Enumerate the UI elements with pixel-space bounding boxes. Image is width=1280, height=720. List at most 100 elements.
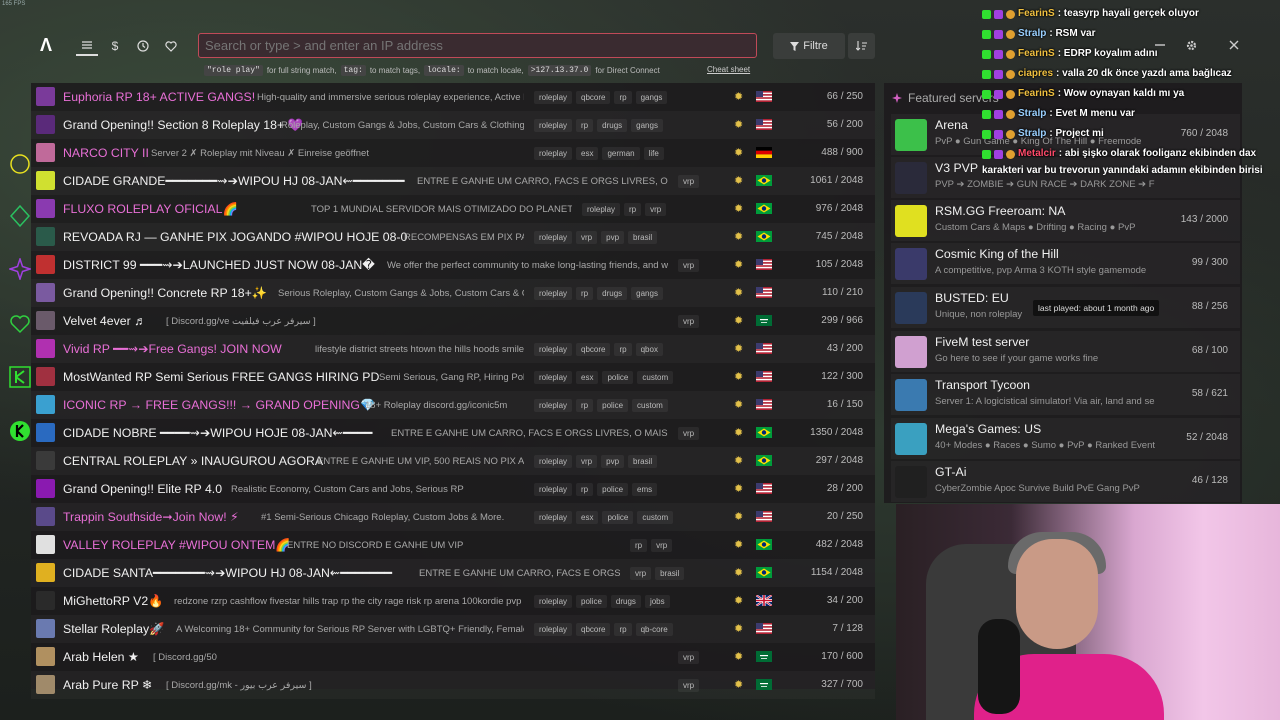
server-tag[interactable]: pvp [601,455,625,468]
server-tag[interactable]: vrp [576,231,598,244]
server-tag[interactable]: ems [632,483,658,496]
server-tag[interactable]: rp [614,623,632,636]
server-tag[interactable]: roleplay [534,455,573,468]
server-tag[interactable]: vrp [678,259,700,272]
server-tag[interactable]: german [602,147,640,160]
search-input[interactable] [198,33,757,58]
server-row[interactable]: Arab Helen ★ [ Discord.gg/50 vrp ✹ 170 / 600 [31,643,875,671]
server-tag[interactable]: life [643,147,664,160]
server-tag[interactable]: vrp [651,539,673,552]
server-tag[interactable]: gangs [635,91,668,104]
server-tag[interactable]: rp [576,119,594,132]
server-row[interactable]: Trappin Southside➞Join Now! ⚡ #1 Semi-Ser… [31,503,875,531]
sort-button[interactable] [848,33,875,59]
server-tag[interactable]: rp [624,203,642,216]
server-tag[interactable]: roleplay [534,371,573,384]
server-tag[interactable]: custom [637,511,674,524]
server-tag[interactable]: roleplay [534,343,573,356]
server-tag[interactable]: rp [576,483,594,496]
server-tag[interactable]: esx [576,371,599,384]
server-tag[interactable]: vrp [645,203,667,216]
server-tag[interactable]: vrp [678,651,700,664]
server-row[interactable]: Arab Pure RP ❄ [ Discord.gg/mk - سيرفر عر… [31,671,875,699]
server-tag[interactable]: custom [632,399,668,412]
featured-server-card[interactable]: Mega's Games: US 40+ Modes ● Races ● Sumo… [891,418,1240,459]
server-tag[interactable]: drugs [610,595,641,608]
server-tag[interactable]: roleplay [534,119,573,132]
server-tag[interactable]: jobs [644,595,670,608]
server-row[interactable]: Vivid RP ━━⇝➔Free Gangs! JOIN NOW lifesty… [31,335,875,363]
featured-server-card[interactable]: RSM.GG Freeroam: NA Custom Cars & Maps ● … [891,200,1240,241]
history-icon[interactable] [132,36,154,56]
server-tag[interactable]: police [576,595,607,608]
server-tag[interactable]: qbox [635,343,663,356]
cheat-sheet-link[interactable]: Cheat sheet [707,65,750,74]
server-row[interactable]: NARCO CITY II Server 2 ✗ Roleplay mit Niv… [31,139,875,167]
dollar-icon[interactable]: $ [104,36,126,56]
server-tag[interactable]: vrp [630,567,652,580]
featured-server-card[interactable]: GT-Ai CyberZombie Apoc Survive Build PvE … [891,461,1240,502]
fivem-logo[interactable]: Λ [37,36,55,54]
server-tag[interactable]: qbcore [576,623,611,636]
server-tag[interactable]: qb-core [635,623,673,636]
server-tag[interactable]: vrp [678,679,700,692]
server-row[interactable]: CENTRAL ROLEPLAY » INAUGUROU AGORA ENTRE … [31,447,875,475]
featured-server-card[interactable]: FiveM test server Go here to see if your … [891,331,1240,372]
server-row[interactable]: CIDADE NOBRE ━━━━⇝➔WIPOU HOJE 08-JAN⇜━━━… [31,419,875,447]
server-tag[interactable]: gangs [631,119,663,132]
server-row[interactable]: ICONIC RP → FREE GANGS!!! → GRAND OPENIN… [31,391,875,419]
server-tag[interactable]: police [597,399,629,412]
server-row[interactable]: Euphoria RP 18+ ACTIVE GANGS! High-qualit… [31,83,875,111]
server-tag[interactable]: roleplay [582,203,621,216]
server-tag[interactable]: vrp [678,427,700,440]
server-tag[interactable]: custom [637,371,674,384]
server-tag[interactable]: roleplay [534,511,573,524]
server-row[interactable]: VALLEY ROLEPLAY #WIPOU ONTEM🌈 ENTRE NO DI… [31,531,875,559]
server-tag[interactable]: qbcore [576,91,611,104]
filter-button[interactable]: Filtre [773,33,845,59]
server-tag[interactable]: rp [630,539,648,552]
server-tag[interactable]: vrp [678,175,700,188]
list-icon[interactable] [76,36,98,56]
heart-icon[interactable] [160,36,182,56]
server-tag[interactable]: roleplay [534,287,573,300]
server-tag[interactable]: drugs [597,287,628,300]
server-tag[interactable]: vrp [576,455,598,468]
server-tag[interactable]: police [597,483,629,496]
server-tag[interactable]: esx [576,511,599,524]
server-row[interactable]: FLUXO ROLEPLAY OFICIAL🌈 TOP 1 MUNDIAL SER… [31,195,875,223]
server-row[interactable]: Grand Opening!! Elite RP 4.0 Realistic Ec… [31,475,875,503]
server-tag[interactable]: roleplay [534,483,573,496]
server-row[interactable]: REVOADA RJ — GANHE PIX JOGANDO #WIPOU HO… [31,223,875,251]
server-row[interactable]: CIDADE SANTA━━━━━━━⇝➔WIPOU HJ 08-JAN⇜━━━… [31,559,875,587]
server-tag[interactable]: rp [614,91,632,104]
server-row[interactable]: MiGhettoRP V2🔥 redzone rzrp cashflow five… [31,587,875,615]
server-tag[interactable]: roleplay [534,399,573,412]
server-row[interactable]: Grand Opening!! Section 8 Roleplay 18+ 💜… [31,111,875,139]
featured-server-card[interactable]: Transport Tycoon Server 1: A logicistical… [891,374,1240,415]
server-tag[interactable]: gangs [631,287,663,300]
server-tag[interactable]: pvp [601,231,625,244]
featured-server-card[interactable]: Cosmic King of the Hill A competitive, pv… [891,243,1240,284]
server-row[interactable]: DISTRICT 99 ━━━⇝➔LAUNCHED JUST NOW 08-JA… [31,251,875,279]
server-tag[interactable]: rp [576,287,594,300]
server-tag[interactable]: rp [576,399,594,412]
server-row[interactable]: Velvet 4ever ♬ [ Discord.gg/ve سيرفر عرب … [31,307,875,335]
server-tag[interactable]: roleplay [534,595,573,608]
server-tag[interactable]: police [602,371,634,384]
server-tag[interactable]: brasil [628,455,658,468]
server-tag[interactable]: roleplay [534,91,573,104]
server-tag[interactable]: drugs [597,119,628,132]
server-tag[interactable]: vrp [678,315,700,328]
server-row[interactable]: MostWanted RP Semi Serious FREE GANGS HI… [31,363,875,391]
server-tag[interactable]: qbcore [576,343,611,356]
server-tag[interactable]: police [602,511,634,524]
server-tag[interactable]: esx [576,147,599,160]
server-tag[interactable]: rp [614,343,632,356]
server-row[interactable]: Grand Opening!! Concrete RP 18+✨ Serious … [31,279,875,307]
server-tag[interactable]: brasil [655,567,685,580]
server-tag[interactable]: roleplay [534,147,573,160]
server-row[interactable]: CIDADE GRANDE━━━━━━━⇝➔WIPOU HJ 08-JAN⇜━━… [31,167,875,195]
server-row[interactable]: Stellar Roleplay🚀 A Welcoming 18+ Communi… [31,615,875,643]
server-tag[interactable]: roleplay [534,231,573,244]
